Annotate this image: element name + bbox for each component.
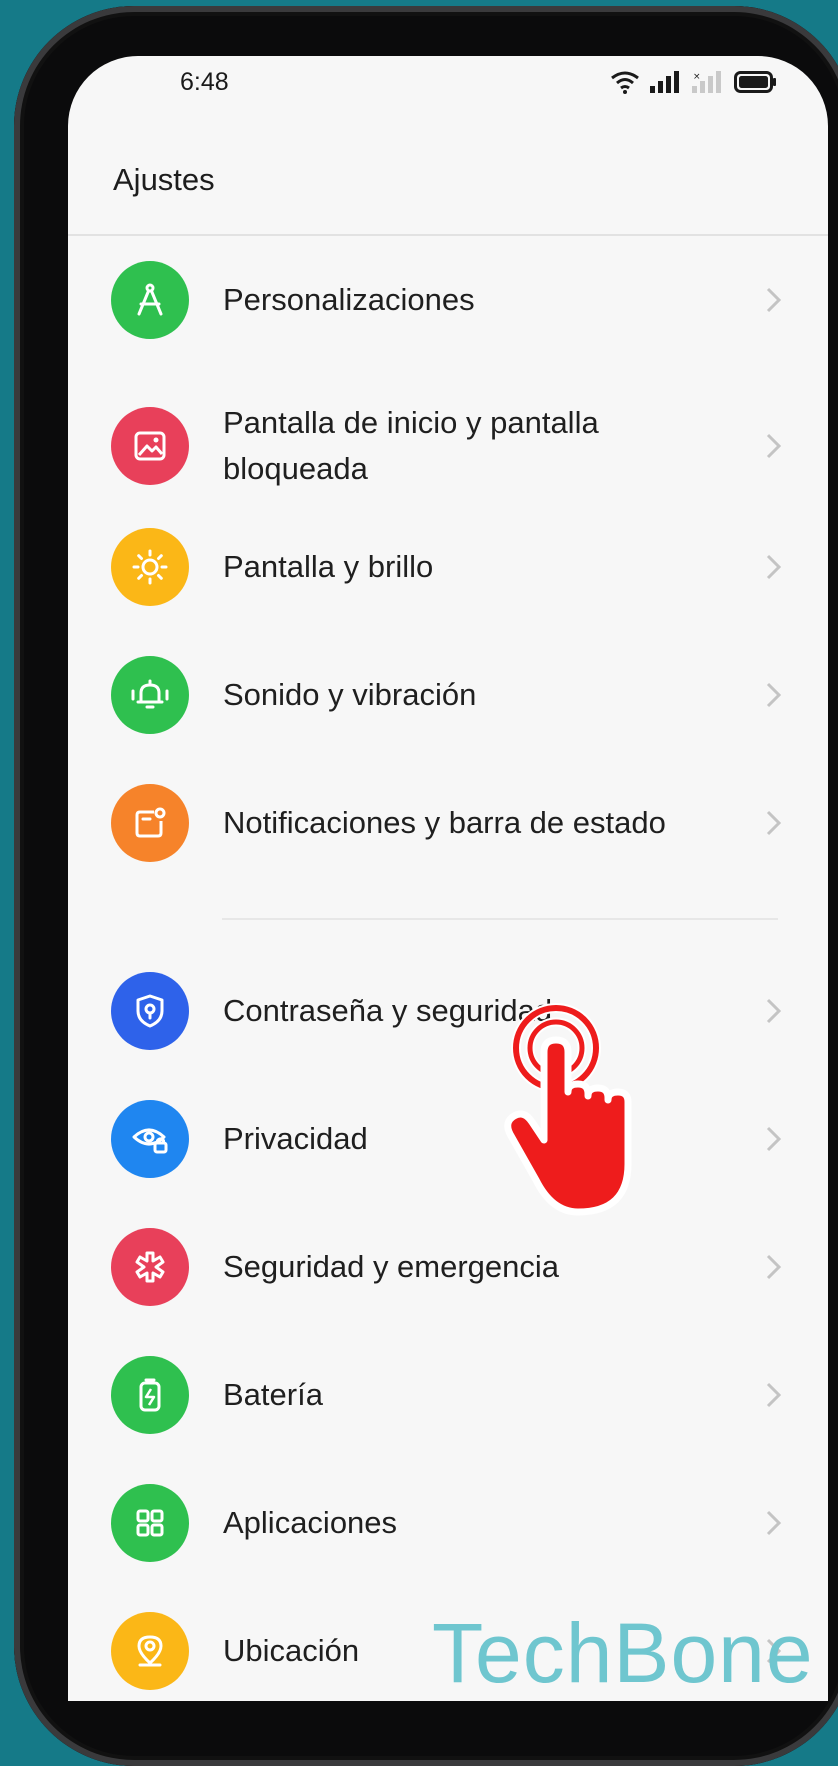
shield-lock-icon xyxy=(111,972,189,1050)
chevron-right-icon xyxy=(766,1382,782,1408)
signal-empty-icon: × xyxy=(692,71,721,93)
settings-item-label: Sonido y vibración xyxy=(223,677,477,712)
compass-icon xyxy=(111,261,189,339)
svg-text:×: × xyxy=(693,72,701,82)
image-icon xyxy=(111,407,189,485)
chevron-right-icon xyxy=(766,1510,782,1536)
chevron-right-icon xyxy=(766,1126,782,1152)
settings-item-emergencia[interactable]: Seguridad y emergencia xyxy=(68,1212,828,1322)
settings-item-personalizaciones[interactable]: Personalizaciones xyxy=(68,245,828,355)
tap-hand-icon xyxy=(504,1003,632,1216)
settings-item-label: Aplicaciones xyxy=(223,1505,398,1540)
settings-item-pantalla-inicio[interactable]: Pantalla de inicio y pantalla bloqueada xyxy=(68,381,828,511)
chevron-right-icon xyxy=(766,1254,782,1280)
signal-icon xyxy=(650,71,679,93)
chevron-right-icon xyxy=(766,554,782,580)
status-icons: × xyxy=(610,70,778,94)
chevron-right-icon xyxy=(766,682,782,708)
settings-item-bateria[interactable]: Batería xyxy=(68,1340,828,1450)
settings-item-label: Personalizaciones xyxy=(223,282,475,317)
watermark-logo: TechBone xyxy=(432,1606,814,1700)
sun-icon xyxy=(111,528,189,606)
settings-item-label: Pantalla de inicio y pantalla bloqueada xyxy=(223,405,599,486)
settings-item-aplicaciones[interactable]: Aplicaciones xyxy=(68,1468,828,1578)
section-divider xyxy=(222,918,778,920)
chevron-right-icon xyxy=(766,810,782,836)
settings-item-pantalla-brillo[interactable]: Pantalla y brillo xyxy=(68,512,828,622)
chevron-right-icon xyxy=(766,433,782,459)
chevron-right-icon xyxy=(766,287,782,313)
battery-icon xyxy=(111,1356,189,1434)
settings-item-privacidad[interactable]: Privacidad xyxy=(68,1084,828,1194)
settings-item-label: Seguridad y emergencia xyxy=(223,1249,560,1284)
settings-item-label: Pantalla y brillo xyxy=(223,549,434,584)
apps-grid-icon xyxy=(111,1484,189,1562)
notification-icon xyxy=(111,784,189,862)
header-divider xyxy=(68,234,828,236)
status-bar: 6:48 × xyxy=(68,56,828,146)
page-title: Ajustes xyxy=(113,162,215,197)
chevron-right-icon xyxy=(766,998,782,1024)
battery-status-icon xyxy=(734,71,776,93)
settings-item-sonido[interactable]: Sonido y vibración xyxy=(68,640,828,750)
settings-screen: 6:48 × Ajustes Personalizaciones Pantall… xyxy=(68,56,828,1701)
wifi-icon xyxy=(611,71,639,94)
status-time: 6:48 xyxy=(180,68,229,96)
settings-item-label: Notificaciones y barra de estado xyxy=(223,805,666,840)
settings-item-contrasena[interactable]: Contraseña y seguridad xyxy=(68,956,828,1066)
settings-item-label: Batería xyxy=(223,1377,323,1412)
settings-item-notificaciones[interactable]: Notificaciones y barra de estado xyxy=(68,768,828,878)
eye-lock-icon xyxy=(111,1100,189,1178)
location-pin-icon xyxy=(111,1612,189,1690)
bell-vibrate-icon xyxy=(111,656,189,734)
phone-frame: 6:48 × Ajustes Personalizaciones Pantall… xyxy=(14,6,838,1766)
asterisk-icon xyxy=(111,1228,189,1306)
